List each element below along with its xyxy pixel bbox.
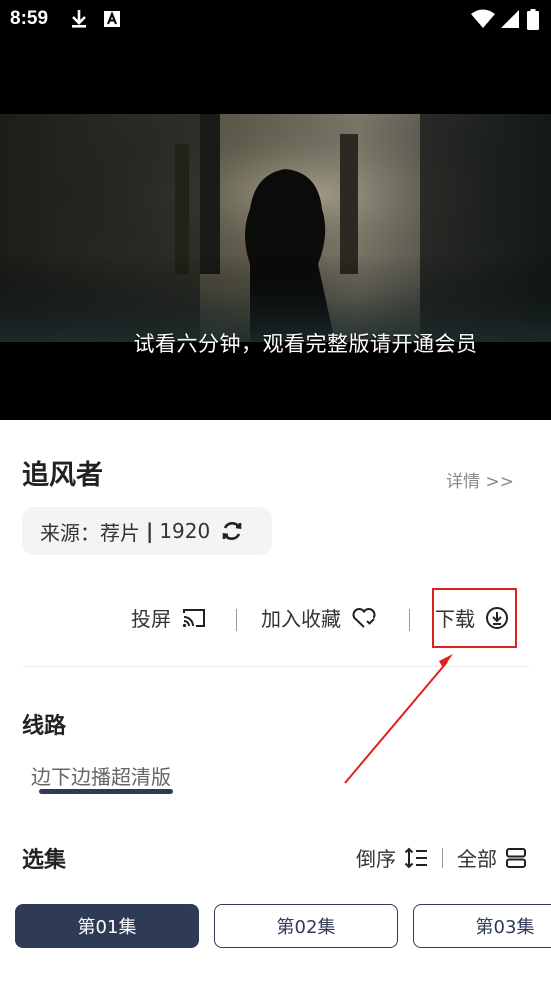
action-divider: [409, 609, 410, 631]
cast-icon: [182, 608, 205, 627]
download-highlight-box: [432, 588, 517, 648]
episode-label: 第02集: [276, 917, 336, 938]
action-divider: [236, 609, 237, 631]
heart-icon: [352, 607, 376, 628]
episode-item[interactable]: 第01集: [15, 904, 199, 948]
status-bar: 8:59: [0, 0, 551, 38]
source-value: 1920: [159, 519, 211, 543]
episode-tools: 倒序 全部: [356, 843, 527, 872]
signal-icon: [501, 10, 519, 28]
sort-label: 倒序: [356, 847, 396, 871]
source-separator: |: [146, 519, 154, 543]
video-player[interactable]: 试看六分钟，观看完整版请开通会员: [0, 38, 551, 420]
tool-divider: [442, 847, 443, 868]
episode-item[interactable]: 第03集: [413, 904, 551, 948]
all-episodes-button[interactable]: 全部: [457, 843, 527, 872]
wifi-icon: [471, 9, 495, 28]
episodes-title: 选集: [22, 848, 67, 873]
video-frame-image: [0, 114, 551, 342]
battery-icon: [527, 9, 539, 30]
all-label: 全部: [457, 847, 497, 871]
sort-button[interactable]: 倒序: [356, 843, 428, 872]
episode-label: 第01集: [77, 917, 137, 938]
a-notification-icon: [104, 11, 120, 27]
status-time: 8:59: [10, 8, 49, 29]
detail-link[interactable]: 详情 >>: [446, 467, 514, 492]
cast-button[interactable]: 投屏: [131, 603, 207, 632]
episode-item[interactable]: 第02集: [214, 904, 398, 948]
trial-caption: 试看六分钟，观看完整版请开通会员: [133, 332, 478, 356]
video-title: 追风者: [22, 460, 103, 491]
refresh-icon[interactable]: [220, 519, 244, 543]
route-title: 线路: [22, 714, 67, 739]
favorite-label: 加入收藏: [261, 607, 341, 631]
list-icon: [506, 847, 526, 868]
sort-icon: [404, 847, 427, 868]
cast-label: 投屏: [131, 607, 171, 631]
video-info: 追风者 详情 >> 来源：荐片 | 1920 投屏 加入收藏 下载 线路 边下边…: [0, 420, 551, 981]
episode-label: 第03集: [475, 917, 535, 938]
source-label: 来源：荐片: [40, 520, 140, 545]
episode-list: 第01集 第02集 第03集: [0, 904, 551, 950]
download-icon: [72, 10, 86, 28]
source-selector[interactable]: 来源：荐片 | 1920: [22, 507, 272, 555]
route-option[interactable]: 边下边播超清版: [31, 761, 171, 790]
route-selected-indicator: [39, 789, 173, 794]
section-divider: [22, 666, 529, 667]
favorite-button[interactable]: 加入收藏: [261, 603, 377, 632]
